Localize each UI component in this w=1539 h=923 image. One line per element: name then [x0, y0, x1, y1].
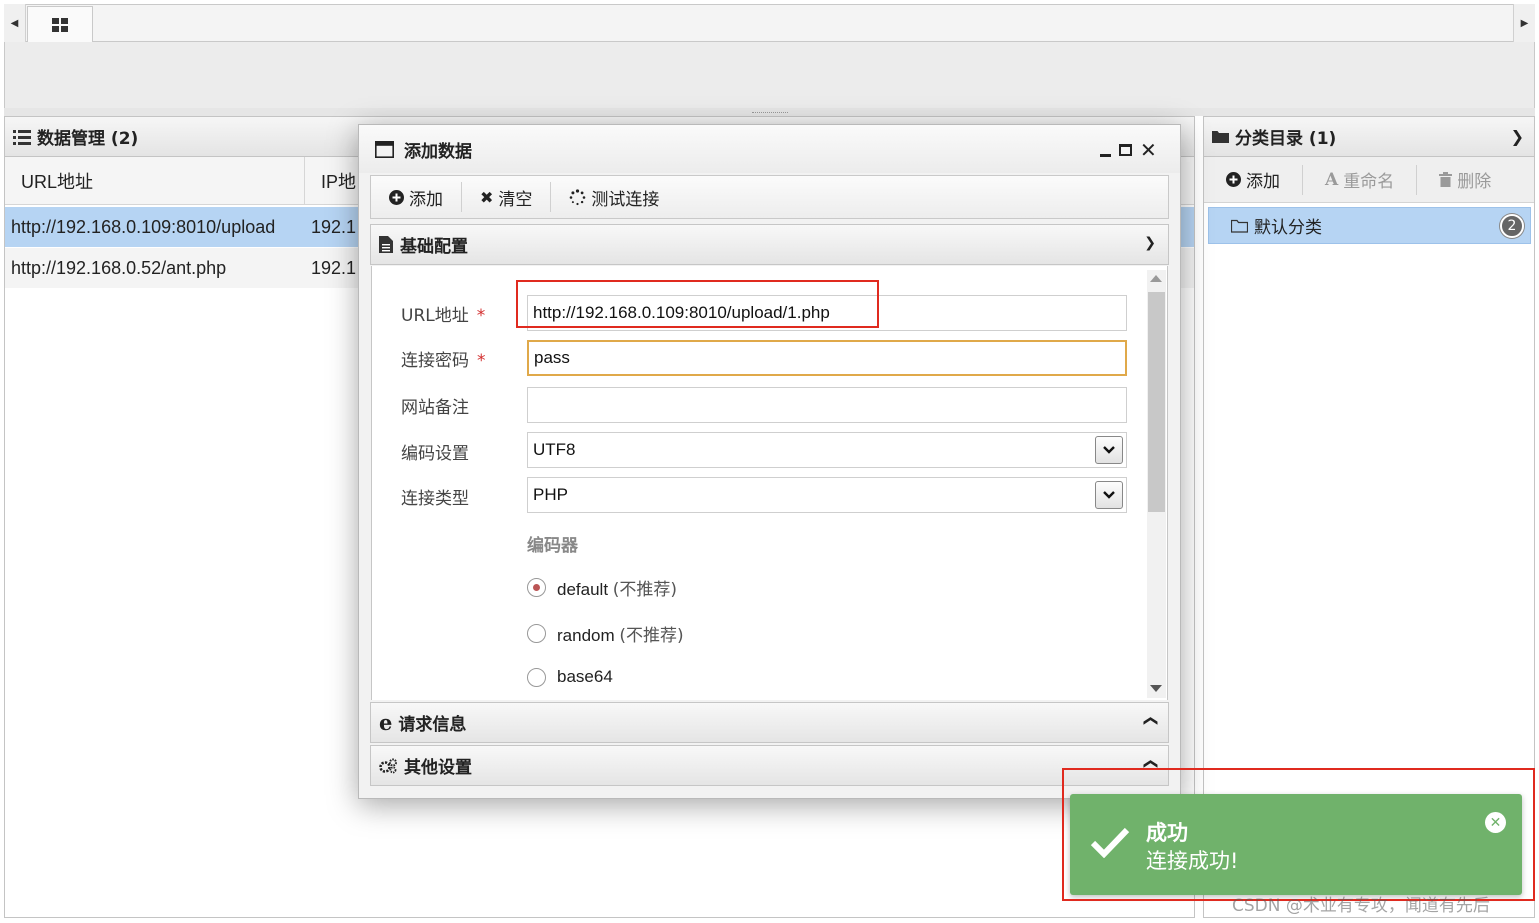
category-add-label: 添加 [1246, 172, 1280, 192]
category-delete-button[interactable]: 删除 [1417, 165, 1513, 195]
encoding-select[interactable]: UTF8 [527, 432, 1127, 468]
clear-button[interactable]: ✖ 清空 [462, 182, 552, 212]
scroll-down-icon[interactable] [1150, 685, 1162, 692]
option-note: (不推荐) [619, 626, 684, 646]
category-count-badge: 2 [1500, 214, 1524, 238]
chevron-down-icon[interactable] [1095, 481, 1123, 509]
category-header: 分类目录 (1) ❯ [1203, 116, 1535, 157]
tab-strip [4, 4, 1535, 42]
close-icon[interactable]: ✕ [1140, 140, 1157, 160]
dialog-titlebar[interactable]: 添加数据 [359, 125, 1180, 173]
font-icon: A [1325, 169, 1339, 190]
spinner-icon [570, 188, 586, 205]
type-value: PHP [533, 485, 568, 504]
add-button[interactable]: 添加 [371, 182, 462, 212]
maximize-icon[interactable] [1119, 144, 1132, 156]
window-controls: ✕ [1100, 138, 1170, 162]
plus-circle-icon [1226, 172, 1241, 187]
category-toolbar: 添加 A 重命名 删除 [1204, 157, 1534, 203]
section-request-info[interactable]: e 请求信息 ❯ [370, 702, 1169, 743]
gears-icon [379, 758, 397, 773]
chevron-down-icon[interactable] [1095, 436, 1123, 464]
clear-button-label: 清空 [498, 189, 533, 210]
test-connection-button[interactable]: 测试连接 [551, 182, 677, 212]
category-rename-label: 重命名 [1343, 172, 1395, 192]
category-title: 分类目录 (1) [1235, 129, 1337, 149]
minimize-icon[interactable] [1100, 153, 1111, 157]
cell-url: http://192.168.0.52/ant.php [11, 258, 227, 278]
option-name: random [557, 626, 615, 645]
column-header-url[interactable]: URL地址 [5, 157, 305, 205]
scroll-left-icon[interactable]: ◀ [4, 4, 26, 42]
category-add-button[interactable]: 添加 [1204, 164, 1303, 195]
password-input[interactable]: pass [527, 340, 1127, 376]
scroll-up-icon[interactable] [1150, 275, 1162, 282]
folder-open-icon [1231, 219, 1248, 233]
tab-home[interactable] [27, 6, 93, 42]
option-note: (不推荐) [612, 580, 678, 600]
password-label: 连接密码 * [401, 351, 486, 371]
radio-random[interactable] [527, 624, 546, 643]
test-connection-label: 测试连接 [591, 189, 660, 210]
scrollbar-thumb[interactable] [1148, 292, 1165, 512]
url-label: URL地址 * [401, 306, 486, 326]
grid-icon [52, 17, 68, 32]
category-item-label: 默认分类 [1254, 218, 1322, 238]
section-request-label: 请求信息 [398, 715, 467, 735]
section-other-settings[interactable]: 其他设置 ❯ [370, 745, 1169, 786]
section-basic-label: 基础配置 [400, 237, 468, 257]
radio-default[interactable] [527, 578, 546, 597]
note-input[interactable] [527, 387, 1127, 423]
section-other-label: 其他设置 [404, 758, 472, 778]
ie-icon: e [379, 709, 393, 735]
plus-circle-icon [389, 189, 404, 205]
category-delete-label: 删除 [1457, 172, 1492, 192]
section-basic-config[interactable]: 基础配置 ❯ [370, 224, 1169, 265]
encoder-option-base64[interactable]: base64 [527, 667, 613, 687]
window-icon [375, 140, 394, 158]
radio-base64[interactable] [527, 667, 546, 687]
encoding-value: UTF8 [533, 440, 576, 459]
list-icon [13, 129, 31, 145]
chevron-up-icon: ❯ [1142, 715, 1159, 727]
encoder-option-default[interactable]: default (不推荐) [527, 575, 677, 600]
trash-icon [1439, 172, 1453, 187]
option-name: default [557, 580, 609, 599]
annotation-box-url [516, 280, 879, 328]
dialog-title: 添加数据 [404, 141, 472, 162]
encoding-label: 编码设置 [401, 444, 469, 464]
add-button-label: 添加 [409, 189, 443, 210]
data-management-title: 数据管理 (2) [37, 129, 139, 149]
annotation-box-toast [1062, 768, 1535, 901]
scroll-right-icon[interactable]: ▶ [1513, 4, 1535, 42]
layout-splitter[interactable] [4, 108, 1535, 116]
watermark: CSDN @术业有专攻，闻道有先后 [1232, 896, 1490, 916]
cell-url: http://192.168.0.109:8010/upload [11, 217, 276, 237]
category-item-default[interactable]: 默认分类 2 [1208, 207, 1531, 244]
type-select[interactable]: PHP [527, 477, 1127, 513]
category-rename-button[interactable]: A 重命名 [1303, 164, 1418, 195]
x-icon: ✖ [480, 187, 494, 207]
encoder-option-random[interactable]: random (不推荐) [527, 621, 684, 646]
chevron-right-icon[interactable]: ❯ [1511, 127, 1524, 146]
folder-icon [1212, 130, 1229, 143]
encoder-label: 编码器 [527, 536, 578, 556]
dialog-toolbar: 添加 ✖ 清空 测试连接 [370, 175, 1169, 219]
note-label: 网站备注 [401, 398, 469, 418]
chevron-down-icon: ❯ [1144, 235, 1156, 251]
type-label: 连接类型 [401, 489, 469, 509]
toolbar-band [4, 42, 1535, 110]
file-icon [379, 236, 393, 253]
option-name: base64 [557, 667, 613, 686]
